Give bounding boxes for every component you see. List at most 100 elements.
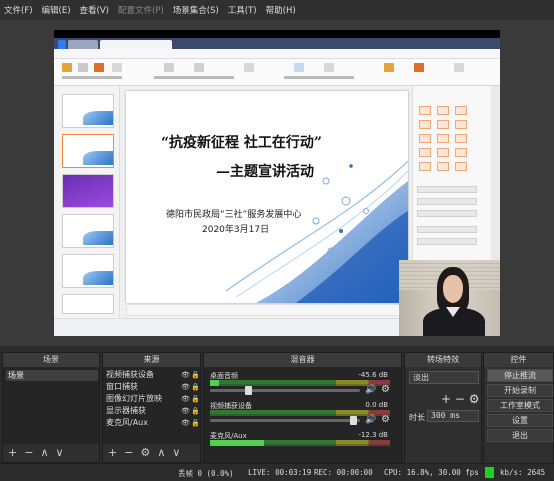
eye-icon[interactable]: 👁 xyxy=(181,393,190,405)
mixer-channel: 桌面音频 -45.6 dB 🔊 ⚙ xyxy=(207,371,402,398)
mixer-channel-db: -45.6 dB xyxy=(358,371,388,379)
transitions-body: 淡出 + − ⚙ 时长 300 ms xyxy=(405,367,481,464)
eye-icon[interactable]: 👁 xyxy=(181,417,190,429)
mixer-dock-title: 混音器 xyxy=(204,353,401,367)
slide-thumbnail xyxy=(62,214,114,248)
slide-thumbnail xyxy=(62,294,114,314)
chevron-down-icon[interactable]: ∨ xyxy=(56,444,64,462)
transitions-dock-title: 转场特效 xyxy=(405,353,481,367)
status-dropped-frames: 丢帧 0 (0.0%) xyxy=(178,469,234,478)
plus-icon[interactable]: + xyxy=(8,444,17,462)
settings-button[interactable]: 设置 xyxy=(487,414,553,427)
lock-icon[interactable]: 🔒 xyxy=(191,369,200,381)
cut-icon xyxy=(78,63,88,72)
lock-icon[interactable]: 🔒 xyxy=(191,405,200,417)
ribbon-group-line xyxy=(154,76,234,79)
slide-title-line2: —主题宣讲活动 xyxy=(216,164,314,180)
plus-icon[interactable]: + xyxy=(108,444,117,462)
volume-meter-level xyxy=(210,380,219,386)
transition-select[interactable]: 淡出 xyxy=(409,371,479,384)
scene-item[interactable]: 场景 xyxy=(6,370,98,381)
slide-notes-box xyxy=(126,304,408,316)
menu-file[interactable]: 文件(F) xyxy=(4,4,33,16)
status-cpu: CPU: 16.8%, 30.00 fps xyxy=(384,468,479,477)
slide-thumbnails xyxy=(54,86,120,318)
app-tab-document xyxy=(100,40,172,49)
sources-toolbar: + − ⚙ ∧ ∨ xyxy=(103,444,200,462)
lock-icon[interactable]: 🔒 xyxy=(191,393,200,405)
preview-canvas[interactable]: “抗疫新征程 社工在行动” —主题宣讲活动 德阳市民政局“三社”服务发展中心 2… xyxy=(54,30,500,336)
scenes-toolbar: + − ∧ ∨ xyxy=(3,444,99,462)
transitions-dock: 转场特效 淡出 + − ⚙ 时长 300 ms xyxy=(404,352,482,464)
volume-slider-handle[interactable] xyxy=(350,416,357,425)
sources-list: 视频捕获设备 👁 🔒 窗口捕获 👁 🔒 图像幻灯片放映 👁 🔒 显示器捕获 👁 … xyxy=(103,367,200,446)
gear-icon[interactable]: ⚙ xyxy=(381,414,390,425)
menu-view[interactable]: 查看(V) xyxy=(80,4,109,16)
mixer-dock: 混音器 桌面音频 -45.6 dB 🔊 ⚙ 视频捕获设备 0.0 dB 🔊 ⚙ … xyxy=(203,352,402,464)
speaker-icon[interactable]: 🔊 xyxy=(365,415,376,425)
eye-icon[interactable]: 👁 xyxy=(181,405,190,417)
status-bar: 丢帧 0 (0.0%) LIVE: 00:03:19 REC: 00:00:00… xyxy=(0,463,554,481)
minus-icon[interactable]: − xyxy=(124,444,133,462)
picture-icon xyxy=(384,63,394,72)
controls-dock: 控件 停止推流 开始录制 工作室模式 设置 退出 xyxy=(483,352,554,464)
exit-button[interactable]: 退出 xyxy=(487,429,553,442)
transition-buttons: + − ⚙ xyxy=(441,392,480,406)
slide-organization: 德阳市民政局“三社”服务发展中心 xyxy=(166,210,302,220)
paste-icon xyxy=(62,63,72,72)
plus-icon[interactable]: + xyxy=(441,392,451,406)
mixer-channel-db: -12.3 dB xyxy=(358,431,388,439)
volume-slider-track[interactable] xyxy=(210,389,360,392)
mixer-channel: 麦克风/Aux -12.3 dB xyxy=(207,431,402,458)
find-icon xyxy=(454,63,464,72)
app-ribbon-tabs xyxy=(54,49,500,59)
gear-icon[interactable]: ⚙ xyxy=(469,392,480,406)
app-tab-bar xyxy=(54,38,500,49)
minus-icon[interactable]: − xyxy=(455,392,465,406)
slide-canvas: “抗疫新征程 社工在行动” —主题宣讲活动 德阳市民政局“三社”服务发展中心 2… xyxy=(126,91,408,303)
menu-help[interactable]: 帮助(H) xyxy=(266,4,296,16)
volume-meter xyxy=(210,384,390,386)
ribbon-group-line xyxy=(62,76,122,79)
slide-title-line1: “抗疫新征程 社工在行动” xyxy=(161,135,322,151)
layout-icon xyxy=(112,63,122,72)
menu-tools[interactable]: 工具(T) xyxy=(228,4,257,16)
volume-meter-level xyxy=(210,440,264,446)
shape-icon xyxy=(294,63,304,72)
sources-dock-title: 来源 xyxy=(103,353,200,367)
menu-edit[interactable]: 编辑(E) xyxy=(42,4,71,16)
volume-slider-track[interactable] xyxy=(210,419,360,422)
stream-health-indicator xyxy=(485,467,494,478)
gear-icon[interactable]: ⚙ xyxy=(381,384,390,395)
app-tab-home xyxy=(58,40,66,49)
slide-thumbnail xyxy=(62,174,114,208)
scenes-dock: 场景 场景 + − ∧ ∨ xyxy=(2,352,100,463)
lock-icon[interactable]: 🔒 xyxy=(191,417,200,429)
lock-icon[interactable]: 🔒 xyxy=(191,381,200,393)
eye-icon[interactable]: 👁 xyxy=(181,369,190,381)
slide-thumbnail-selected xyxy=(62,134,114,168)
menu-profile[interactable]: 配置文件(P) xyxy=(118,4,164,16)
chevron-down-icon[interactable]: ∨ xyxy=(172,444,180,462)
docks-area: 场景 场景 + − ∧ ∨ 来源 视频捕获设备 👁 🔒 窗口捕获 👁 🔒 图像幻… xyxy=(0,346,554,464)
chevron-up-icon[interactable]: ∧ xyxy=(40,444,48,462)
start-recording-button[interactable]: 开始录制 xyxy=(487,384,553,397)
slide-thumbnail xyxy=(62,254,114,288)
stop-streaming-button[interactable]: 停止推流 xyxy=(487,369,553,382)
app-tab-template xyxy=(68,40,98,49)
mixer-channel: 视频捕获设备 0.0 dB 🔊 ⚙ xyxy=(207,401,402,428)
eye-icon[interactable]: 👁 xyxy=(181,381,190,393)
gear-icon[interactable]: ⚙ xyxy=(140,444,150,462)
studio-mode-button[interactable]: 工作室模式 xyxy=(487,399,553,412)
status-bitrate: kb/s: 2645 xyxy=(500,468,546,477)
chevron-up-icon[interactable]: ∧ xyxy=(157,444,165,462)
speaker-icon[interactable]: 🔊 xyxy=(365,385,376,395)
duration-input[interactable]: 300 ms xyxy=(427,410,479,422)
duration-label: 时长 xyxy=(409,413,425,422)
scenes-dock-title: 场景 xyxy=(3,353,99,367)
menu-scene-collection[interactable]: 场景集合(S) xyxy=(173,4,219,16)
volume-slider-handle[interactable] xyxy=(245,386,252,395)
minus-icon[interactable]: − xyxy=(24,444,33,462)
controls-body: 停止推流 开始录制 工作室模式 设置 退出 xyxy=(484,367,553,464)
scenes-list: 场景 xyxy=(3,367,99,446)
